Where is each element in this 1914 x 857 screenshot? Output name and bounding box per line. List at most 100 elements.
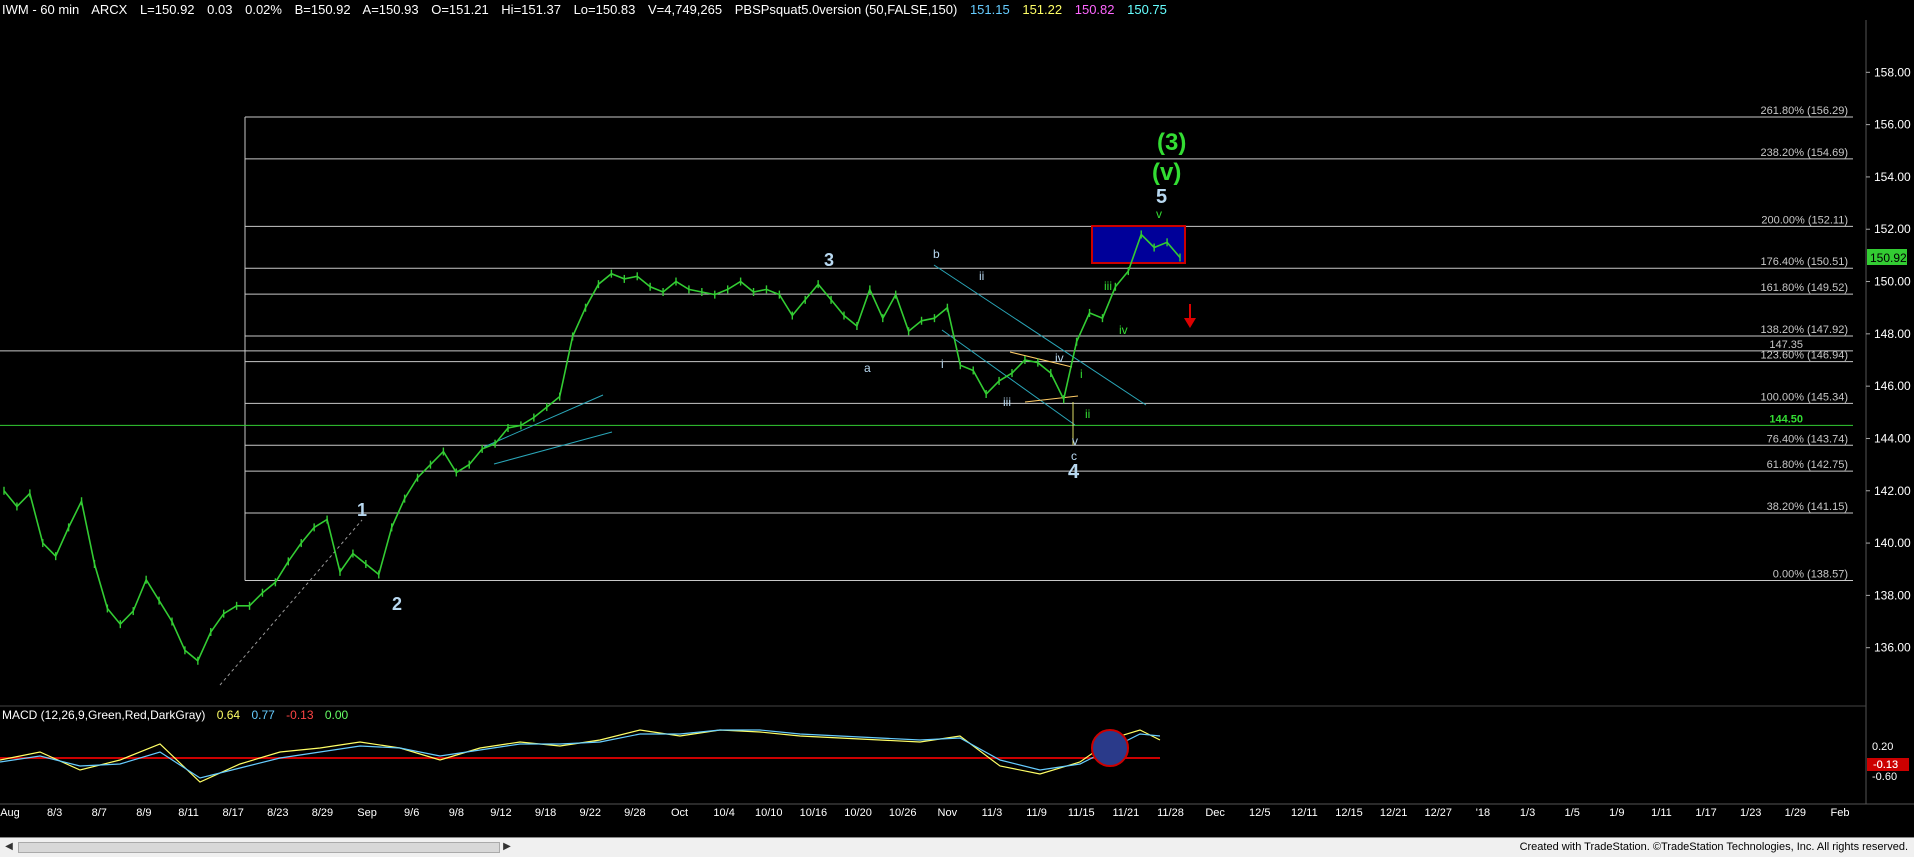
scroll-right-icon[interactable]: ▶ <box>500 839 514 854</box>
wave-label-iii-blue: iii <box>1003 395 1011 409</box>
wave-label-ii-blue: ii <box>979 269 984 283</box>
x-tick-label-10: 9/8 <box>449 807 464 819</box>
chart-background <box>0 0 1914 856</box>
status-bar: ◀ ▶ Created with TradeStation. ©TradeSta… <box>0 837 1914 857</box>
x-tick-label-38: 1/17 <box>1695 807 1716 819</box>
x-tick-label-32: 12/27 <box>1425 807 1453 819</box>
footer-credit: Created with TradeStation. ©TradeStation… <box>1519 841 1908 853</box>
x-tick-label-27: Dec <box>1205 807 1225 819</box>
fib-label-1: 238.20% (154.69) <box>1761 147 1848 159</box>
y-tick-label-4: 150.00 <box>1874 275 1911 289</box>
x-tick-label-30: 12/15 <box>1335 807 1363 819</box>
x-tick-label-7: 8/29 <box>312 807 333 819</box>
x-tick-label-1: 8/3 <box>47 807 62 819</box>
indicator-value-4: 150.75 <box>1127 2 1167 17</box>
y-tick-label-0: 158.00 <box>1874 65 1911 79</box>
wave-label-v-green: v <box>1156 207 1162 221</box>
symbol-label[interactable]: IWM - 60 min <box>2 2 79 17</box>
x-tick-label-41: Feb <box>1831 807 1850 819</box>
fib-label-3: 176.40% (150.51) <box>1761 256 1848 268</box>
current-price-badge: 150.92 <box>1867 249 1907 265</box>
x-tick-label-14: 9/28 <box>624 807 645 819</box>
wave-label-v-circled: (v) <box>1152 159 1181 186</box>
x-tick-label-11: 9/12 <box>490 807 511 819</box>
wave-label-iv-blue: iv <box>1055 351 1064 365</box>
bid-price: B=150.92 <box>294 2 351 17</box>
ask-price: A=150.93 <box>362 2 419 17</box>
x-tick-label-31: 12/21 <box>1380 807 1408 819</box>
horizontal-scrollbar[interactable] <box>18 842 500 853</box>
fib-label-7: 100.00% (145.34) <box>1761 391 1848 403</box>
macd-value-2: 0.77 <box>251 708 275 722</box>
extra-level-label-1: 144.50 <box>1769 413 1803 425</box>
wave-label-4: 4 <box>1068 461 1080 483</box>
x-tick-label-12: 9/18 <box>535 807 556 819</box>
wave-label-5: 5 <box>1156 186 1167 208</box>
chart-window: 158.00 156.00 154.00 152.00 150.00 148.00 146.… <box>0 0 1914 857</box>
wave-label-v-blue: v <box>1072 434 1078 448</box>
macd-value-3: -0.13 <box>286 708 314 722</box>
x-tick-label-5: 8/17 <box>222 807 243 819</box>
scroll-left-icon[interactable]: ◀ <box>2 839 16 854</box>
wave-label-i-blue: i <box>941 357 944 371</box>
x-tick-label-36: 1/9 <box>1609 807 1624 819</box>
y-tick-label-3: 152.00 <box>1874 222 1911 236</box>
wave-label-2: 2 <box>392 594 402 614</box>
y-tick-label-8: 142.00 <box>1874 484 1911 498</box>
wave-label-c: c <box>1071 449 1077 463</box>
current-price-value: 150.92 <box>1870 251 1907 265</box>
x-tick-label-16: 10/4 <box>713 807 734 819</box>
wave-label-iii-green: iii <box>1104 279 1112 293</box>
x-tick-label-18: 10/16 <box>800 807 828 819</box>
y-tick-label-2: 154.00 <box>1874 170 1911 184</box>
macd-axis-label-top: 0.20 <box>1872 741 1893 753</box>
y-tick-label-9: 140.00 <box>1874 536 1911 550</box>
x-tick-label-29: 12/11 <box>1291 807 1318 819</box>
fib-label-2: 200.00% (152.11) <box>1761 214 1848 226</box>
macd-value-1: 0.64 <box>216 708 241 722</box>
y-tick-label-11: 136.00 <box>1874 641 1911 655</box>
fib-label-0: 261.80% (156.29) <box>1761 105 1848 117</box>
high-price: Hi=151.37 <box>501 2 561 17</box>
macd-header: MACD (12,26,9,Green,Red,DarkGray) 0.64 0… <box>2 708 356 722</box>
volume: V=4,749,265 <box>648 2 723 17</box>
indicator-value-1: 151.15 <box>969 2 1010 17</box>
fib-label-10: 38.20% (141.15) <box>1767 501 1848 513</box>
x-tick-label-25: 11/21 <box>1112 807 1139 819</box>
indicator-name[interactable]: PBSPsquat5.0version (50,FALSE,150) <box>735 2 958 17</box>
open-price: O=151.21 <box>431 2 489 17</box>
wave-label-ii-green: ii <box>1085 407 1090 421</box>
x-tick-label-8: Sep <box>357 807 377 819</box>
x-tick-label-37: 1/11 <box>1651 807 1672 819</box>
wave-label-iv-green: iv <box>1119 323 1128 337</box>
x-tick-label-0: Aug <box>0 807 20 819</box>
chart-header: IWM - 60 min ARCX L=150.92 0.03 0.02% B=… <box>2 2 1176 20</box>
price-chart[interactable]: 158.00156.00154.00152.00150.00148.00146.… <box>0 0 1914 856</box>
wave-label-1: 1 <box>357 500 367 520</box>
change-value: 0.03 <box>207 2 233 17</box>
macd-indicator-label[interactable]: MACD (12,26,9,Green,Red,DarkGray) <box>2 708 205 722</box>
x-tick-label-34: 1/3 <box>1520 807 1535 819</box>
x-tick-label-21: Nov <box>938 807 958 819</box>
indicator-value-3: 150.82 <box>1074 2 1115 17</box>
fib-label-9: 61.80% (142.75) <box>1767 459 1848 471</box>
x-tick-label-26: 11/28 <box>1157 807 1184 819</box>
y-tick-label-1: 156.00 <box>1874 118 1911 132</box>
x-tick-label-15: Oct <box>671 807 688 819</box>
indicator-value-2: 151.22 <box>1022 2 1063 17</box>
y-tick-label-6: 146.00 <box>1874 379 1911 393</box>
x-tick-label-39: 1/23 <box>1740 807 1761 819</box>
x-tick-label-3: 8/9 <box>136 807 151 819</box>
x-tick-label-6: 8/23 <box>267 807 288 819</box>
x-tick-label-17: 10/10 <box>755 807 783 819</box>
x-tick-label-35: 1/5 <box>1565 807 1580 819</box>
fib-label-11: 0.00% (138.57) <box>1773 568 1848 580</box>
x-tick-label-33: '18 <box>1476 807 1490 819</box>
macd-axis-label-bottom: -0.60 <box>1872 771 1897 783</box>
fib-label-6: 123.60% (146.94) <box>1761 350 1848 362</box>
x-tick-label-28: 12/5 <box>1249 807 1270 819</box>
wave-label-b: b <box>933 247 940 261</box>
macd-axis-label-mid: -0.13 <box>1873 759 1898 771</box>
x-tick-label-13: 9/22 <box>580 807 601 819</box>
x-tick-label-19: 10/20 <box>844 807 872 819</box>
